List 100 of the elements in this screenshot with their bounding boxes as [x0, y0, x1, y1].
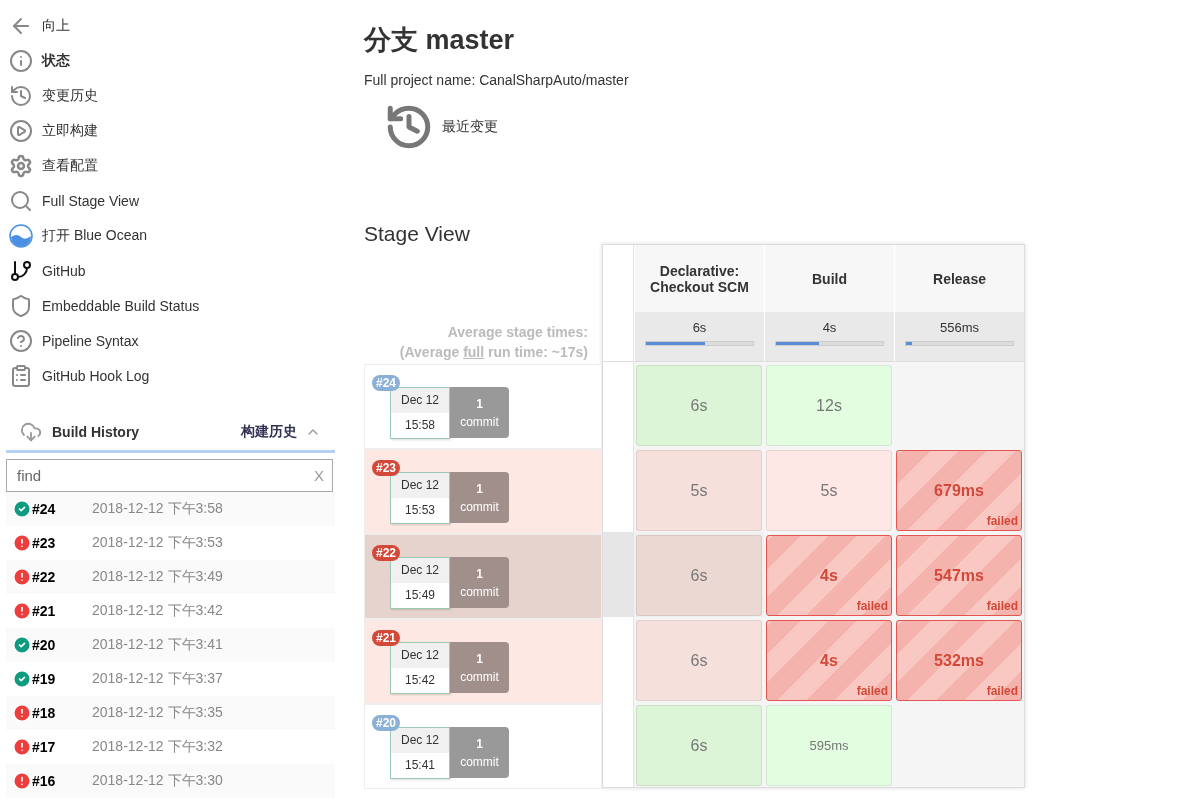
cloud-icon: [20, 420, 42, 443]
sidebar-item[interactable]: Full Stage View: [6, 183, 335, 218]
stage-cell[interactable]: 595ms: [766, 705, 892, 786]
stage-average-time: 4s: [822, 320, 837, 335]
stage-cell[interactable]: 6s: [636, 365, 762, 446]
build-time: 2018-12-12 下午3:49: [92, 568, 223, 586]
build-time: 2018-12-12 下午3:58: [92, 500, 223, 518]
stage-duration: 4s: [820, 651, 838, 670]
stage-cell[interactable]: 5s: [636, 450, 762, 531]
commit-count-button[interactable]: 1 commit: [450, 387, 509, 438]
stage-cell[interactable]: 6s: [636, 535, 762, 616]
build-number-link[interactable]: #21: [32, 603, 92, 619]
commit-count-button[interactable]: 1 commit: [450, 557, 509, 608]
stage-header: Declarative: Checkout SCM: [634, 245, 764, 312]
stage-cell[interactable]: 12s: [766, 365, 892, 446]
sidebar-item[interactable]: Embeddable Build Status: [6, 288, 335, 323]
run-date: Dec 12: [391, 728, 449, 753]
info-icon: [8, 47, 34, 74]
stage-header: Build: [764, 245, 894, 312]
failed-label: failed: [986, 514, 1018, 528]
help-icon: [8, 327, 34, 354]
play-icon: [8, 117, 34, 144]
sidebar-item[interactable]: 查看配置: [6, 148, 335, 183]
build-number-link[interactable]: #18: [32, 705, 92, 721]
failed-label: failed: [856, 684, 888, 698]
project-name: Full project name: CanalSharpAuto/master: [364, 72, 630, 88]
settings-icon: [8, 152, 34, 179]
build-number-link[interactable]: #17: [32, 739, 92, 755]
stage-duration: 6s: [690, 651, 708, 670]
stage-header: Release: [894, 245, 1024, 312]
stage-average-time: 556ms: [940, 320, 979, 335]
run-number-badge[interactable]: #21: [372, 630, 401, 646]
build-number-link[interactable]: #20: [32, 637, 92, 653]
run-date: Dec 12: [391, 388, 449, 413]
run-time: 15:41: [404, 757, 436, 774]
build-number-link[interactable]: #22: [32, 569, 92, 585]
stage-cell[interactable]: 6s: [636, 620, 762, 701]
build-history-title: Build History: [52, 423, 141, 440]
commit-count-button[interactable]: 1 commit: [450, 727, 509, 778]
sidebar-item[interactable]: 向上: [6, 8, 335, 43]
stage-cell[interactable]: 532ms failed: [896, 620, 1022, 701]
stage-duration: 4s: [820, 566, 838, 585]
sidebar-item[interactable]: GitHub: [6, 253, 335, 288]
stage-cell[interactable]: 5s: [766, 450, 892, 531]
clear-button[interactable]: X: [314, 467, 324, 484]
stage-duration: 6s: [690, 566, 708, 585]
stage-duration: 595ms: [809, 738, 849, 753]
build-time: 2018-12-12 下午3:41: [92, 636, 223, 654]
run-number-badge[interactable]: #20: [372, 715, 401, 731]
sidebar-item[interactable]: GitHub Hook Log: [6, 358, 335, 393]
sidebar-item[interactable]: 状态: [6, 43, 335, 78]
commit-count-button[interactable]: 1 commit: [450, 642, 509, 693]
build-number-link[interactable]: #16: [32, 773, 92, 789]
find-field[interactable]: find X: [6, 459, 333, 492]
stage-duration: 5s: [690, 481, 708, 500]
stage-duration: 5s: [820, 481, 838, 500]
run-number-badge[interactable]: #22: [372, 545, 401, 561]
sidebar-item[interactable]: 立即构建: [6, 113, 335, 148]
stage-cell[interactable]: 679ms failed: [896, 450, 1022, 531]
stage-duration: 6s: [690, 396, 708, 415]
run-number-badge[interactable]: #24: [372, 375, 401, 391]
commit-count-button[interactable]: 1 commit: [450, 472, 509, 523]
run-date: Dec 12: [391, 558, 449, 583]
stage-cell[interactable]: 4s failed: [766, 620, 892, 701]
ocean-wave-icon: [8, 222, 34, 249]
run-time: 15:58: [404, 417, 436, 434]
failed-label: failed: [856, 599, 888, 613]
run-time: 15:49: [404, 587, 436, 604]
stage-cell[interactable]: 6s: [636, 705, 762, 786]
stage-average-time: 6s: [692, 320, 707, 335]
average-run-time: (Average full run time: ~17s): [398, 343, 588, 362]
build-time: 2018-12-12 下午3:32: [92, 738, 223, 756]
stage-view-title: Stage View: [364, 222, 471, 246]
run-time: 15:53: [404, 502, 436, 519]
page-title: 分支 master: [364, 24, 516, 57]
build-number-link[interactable]: #24: [32, 501, 92, 517]
stage-cell[interactable]: 4s failed: [766, 535, 892, 616]
build-time: 2018-12-12 下午3:53: [92, 534, 223, 552]
run-date: Dec 12: [391, 473, 449, 498]
stage-duration: 532ms: [934, 651, 984, 670]
build-number-link[interactable]: #19: [32, 671, 92, 687]
stage-duration: 12s: [816, 396, 842, 415]
run-number-badge[interactable]: #23: [372, 460, 401, 476]
failed-label: failed: [986, 599, 1018, 613]
average-label: Average stage times:: [446, 323, 588, 342]
sidebar-item[interactable]: 打开 Blue Ocean: [6, 218, 335, 253]
sidebar-item[interactable]: Pipeline Syntax: [6, 323, 335, 358]
stage-duration: 679ms: [934, 481, 984, 500]
recent-changes-link[interactable]: 最近变更: [384, 102, 1197, 152]
stage-duration: 547ms: [934, 566, 984, 585]
build-history-link[interactable]: 构建历史: [241, 422, 321, 441]
run-time: 15:42: [404, 672, 436, 689]
failed-label: failed: [986, 684, 1018, 698]
build-time: 2018-12-12 下午3:37: [92, 670, 223, 688]
sidebar-item[interactable]: 变更历史: [6, 78, 335, 113]
build-time: 2018-12-12 下午3:42: [92, 602, 223, 620]
stage-duration: 6s: [690, 736, 708, 755]
stage-cell[interactable]: 547ms failed: [896, 535, 1022, 616]
build-number-link[interactable]: #23: [32, 535, 92, 551]
run-date: Dec 12: [391, 643, 449, 668]
